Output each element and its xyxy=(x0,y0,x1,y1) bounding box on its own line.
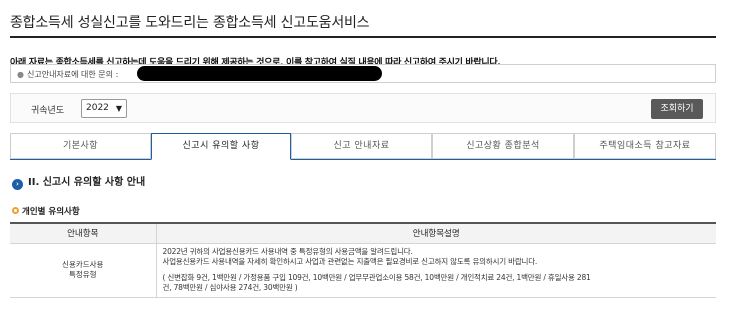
year-select[interactable]: 2022 ▼ xyxy=(81,99,127,118)
table-row: 신용카드사용 특정유형 2022년 귀하의 사업용신용카드 사용내역 중 특정유… xyxy=(10,243,716,298)
row-description-cell: 2022년 귀하의 사업용신용카드 사용내역 중 특정유형의 사용금액을 알려드… xyxy=(156,243,716,298)
contact-label-text: 신고안내자료에 대한 문의 : xyxy=(26,70,119,79)
tab-guide-materials[interactable]: 신고 안내자료 xyxy=(291,133,432,159)
column-header-description: 안내항목설명 xyxy=(156,222,716,244)
subsection-heading: 개인별 유의사항 xyxy=(12,205,80,217)
contact-label: ● 신고안내자료에 대한 문의 : xyxy=(17,69,118,80)
search-button[interactable]: 조회하기 xyxy=(651,99,703,119)
table-header-row: 안내항목 안내항목설명 xyxy=(10,222,716,244)
year-select-value: 2022 xyxy=(86,103,109,113)
subsection-title: 개인별 유의사항 xyxy=(22,207,80,217)
bullet-icon: ● xyxy=(17,70,24,79)
description-line: 건, 78백만원 / 심야사용 274건, 30백만원 ) xyxy=(162,282,298,292)
chevron-right-icon: › xyxy=(12,179,23,190)
tab-filing-analysis[interactable]: 신고상황 종합분석 xyxy=(432,133,574,159)
title-divider xyxy=(10,36,716,38)
tab-rental-income[interactable]: 주택임대소득 참고자료 xyxy=(574,133,716,159)
column-header-item: 안내항목 xyxy=(10,222,157,244)
page-title: 종합소득세 성실신고를 도와드리는 종합소득세 신고도움서비스 xyxy=(10,15,370,31)
row-item-line: 특정유형 xyxy=(68,270,97,279)
description-line: 사업용신용카드 사용내역을 자세히 확인하시고 사업과 관련없는 지출액은 필요… xyxy=(162,256,538,266)
year-label: 귀속년도 xyxy=(31,106,65,116)
row-item-line: 신용카드사용 xyxy=(62,260,104,269)
circle-bullet-icon xyxy=(12,207,19,214)
tab-basic-info[interactable]: 기본사항 xyxy=(10,133,151,159)
filter-bar: 귀속년도 2022 ▼ 조회하기 xyxy=(10,93,716,123)
cautions-table: 안내항목 안내항목설명 신용카드사용 특정유형 2022년 귀하의 사업용신용카… xyxy=(10,222,716,298)
tab-underline xyxy=(10,159,716,160)
tab-cautions[interactable]: 신고시 유의할 사항 xyxy=(151,133,291,160)
contact-box: ● 신고안내자료에 대한 문의 : xyxy=(10,64,716,83)
section-title: II. 신고시 유의할 사항 안내 xyxy=(28,177,146,188)
redacted-contact xyxy=(137,66,382,81)
tab-bar: 기본사항 신고시 유의할 사항 신고 안내자료 신고상황 종합분석 주택임대소득… xyxy=(10,133,716,160)
chevron-down-icon: ▼ xyxy=(115,104,122,113)
section-heading: › II. 신고시 유의할 사항 안내 xyxy=(12,173,145,190)
description-line: ( 신변잡화 9건, 1백만원 / 가정용품 구입 109건, 10백만원 / … xyxy=(162,272,591,282)
description-line: 2022년 귀하의 사업용신용카드 사용내역 중 특정유형의 사용금액을 알려드… xyxy=(162,246,413,256)
row-item-cell: 신용카드사용 특정유형 xyxy=(10,243,157,298)
